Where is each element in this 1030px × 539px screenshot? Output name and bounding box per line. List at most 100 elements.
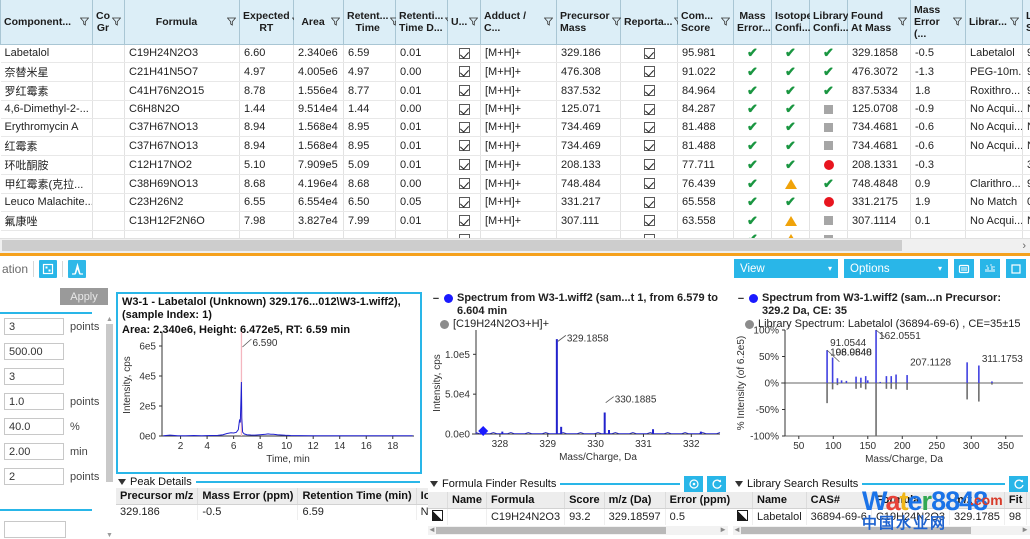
formula-finder-column-header[interactable]: Score bbox=[564, 492, 605, 509]
used-checkbox[interactable] bbox=[458, 103, 470, 115]
library-search-header[interactable]: Library Search Results bbox=[733, 476, 1030, 492]
peak-details-column-header[interactable]: Precursor m/z bbox=[116, 488, 199, 505]
grid-column-header[interactable]: Mass Error... bbox=[733, 0, 772, 45]
expand-icon[interactable] bbox=[118, 479, 126, 485]
reportable-checkbox[interactable] bbox=[643, 140, 655, 152]
scroll-right-arrow[interactable]: ► bbox=[1021, 525, 1029, 534]
formula-finder-column-header[interactable]: Name bbox=[447, 492, 487, 509]
grid-column-header[interactable]: Adduct / C... bbox=[480, 0, 557, 45]
formula-finder-column-header[interactable]: m/z (Da) bbox=[604, 492, 666, 509]
library-search-column-header[interactable]: Name bbox=[752, 492, 807, 509]
setting-input[interactable]: 3 bbox=[4, 368, 64, 385]
refresh-icon[interactable] bbox=[1009, 476, 1028, 492]
table-row[interactable]: 4,6-Dimethyl-2-... C6H8N2O 1.44 9.514e4 1.44… bbox=[0, 100, 1030, 119]
table-view-icon[interactable] bbox=[39, 260, 58, 278]
peak-integration-icon[interactable] bbox=[68, 260, 87, 278]
setting-input[interactable]: 2.00 bbox=[4, 443, 64, 460]
filter-icon[interactable] bbox=[469, 17, 479, 26]
used-checkbox[interactable] bbox=[458, 178, 470, 190]
peak-details-header[interactable]: Peak Details bbox=[116, 476, 422, 488]
grid-column-header[interactable]: Retenti... Time D... bbox=[395, 0, 455, 45]
reportable-checkbox[interactable] bbox=[643, 159, 655, 171]
settings-extra-field[interactable] bbox=[4, 521, 66, 538]
grid-column-header[interactable]: Co Gr bbox=[92, 0, 125, 45]
scroll-right-arrow[interactable]: ► bbox=[719, 525, 727, 534]
filter-icon[interactable] bbox=[112, 17, 121, 26]
grid-column-header[interactable]: Isotope Confi... bbox=[771, 0, 812, 45]
library-search-column-header[interactable]: Formula bbox=[871, 492, 951, 509]
target-icon[interactable] bbox=[684, 476, 703, 492]
table-row[interactable]: Leuco Malachite... C23H26N2 6.55 6.554e4 6.5… bbox=[0, 193, 1030, 212]
setting-input[interactable]: 500.00 bbox=[4, 343, 64, 360]
reportable-checkbox[interactable] bbox=[643, 178, 655, 190]
table-row[interactable]: 甲红霉素(克拉... C38H69NO13 8.68 4.196e4 8.68 0.00[… bbox=[0, 174, 1030, 194]
expand-icon[interactable] bbox=[430, 481, 438, 487]
table-row[interactable]: C19H24N2O393.2329.185970.51.1 bbox=[428, 508, 767, 525]
used-checkbox[interactable] bbox=[458, 215, 470, 227]
grid-column-header[interactable]: Librar... bbox=[965, 0, 1023, 45]
grid-column-header[interactable]: LibraryScore bbox=[1022, 0, 1030, 45]
scroll-down-arrow[interactable]: ▼ bbox=[105, 532, 114, 539]
filter-icon[interactable] bbox=[227, 17, 236, 26]
ff-scroll-thumb[interactable] bbox=[436, 526, 666, 534]
refresh-icon[interactable] bbox=[707, 476, 726, 492]
grid-column-header[interactable]: Component... bbox=[0, 0, 93, 45]
view-dropdown[interactable]: View ▾ bbox=[734, 259, 838, 278]
setting-input[interactable]: 3 bbox=[4, 318, 64, 335]
row-selector-icon[interactable] bbox=[428, 508, 448, 525]
grid-horizontal-scrollbar[interactable]: › bbox=[0, 238, 1030, 252]
used-checkbox[interactable] bbox=[458, 159, 470, 171]
formula-finder-scrollbar[interactable]: ◄ ► bbox=[428, 525, 728, 535]
reportable-checkbox[interactable] bbox=[643, 215, 655, 227]
used-checkbox[interactable] bbox=[458, 85, 470, 97]
used-checkbox[interactable] bbox=[458, 47, 470, 59]
extra-icon[interactable] bbox=[1006, 259, 1026, 278]
grid-column-header[interactable]: Found At Mass bbox=[847, 0, 911, 45]
formula-finder-column-header[interactable]: Formula bbox=[486, 492, 566, 509]
used-checkbox[interactable] bbox=[458, 196, 470, 208]
table-row[interactable]: 329.186-0.56.59N/A bbox=[116, 504, 473, 520]
reportable-checkbox[interactable] bbox=[643, 47, 655, 59]
filter-icon[interactable] bbox=[953, 17, 962, 26]
formula-finder-header[interactable]: Formula Finder Results bbox=[428, 476, 728, 492]
spectrum-icon[interactable] bbox=[980, 259, 1000, 278]
reportable-checkbox[interactable] bbox=[643, 196, 655, 208]
chromatogram-panel[interactable]: W3-1 - Labetalol (Unknown) 329.176...012… bbox=[116, 292, 422, 474]
row-selector-icon[interactable] bbox=[733, 508, 753, 525]
table-row[interactable]: 罗红霉素 C41H76N2O15 8.78 1.556e4 8.77 0.01 [M+H]+… bbox=[0, 81, 1030, 101]
grid-column-header[interactable]: Retent... Time bbox=[343, 0, 400, 45]
grid-column-header[interactable]: Com... Score bbox=[677, 0, 734, 45]
scroll-up-arrow[interactable]: ▲ bbox=[105, 316, 114, 323]
grid-column-header[interactable]: Formula bbox=[124, 0, 240, 45]
reportable-checkbox[interactable] bbox=[643, 85, 655, 97]
collapse-icon[interactable]: − bbox=[737, 293, 745, 306]
filter-icon[interactable] bbox=[331, 17, 340, 26]
peak-details-column-header[interactable]: Retention Time (min) bbox=[297, 488, 417, 505]
setting-input[interactable]: 40.0 bbox=[4, 418, 64, 435]
reportable-checkbox[interactable] bbox=[643, 103, 655, 115]
table-row[interactable]: 氟康唑 C13H12F2N6O 7.98 3.827e4 7.99 0.01 [M+H]+ 3… bbox=[0, 211, 1030, 231]
table-row[interactable]: 环吡酮胺 C12H17NO2 5.10 7.909e5 5.09 0.01 [M+H]+ 20… bbox=[0, 155, 1030, 175]
filter-icon[interactable] bbox=[544, 17, 553, 26]
library-search-column-header[interactable]: Fit bbox=[1004, 492, 1028, 509]
grid-column-header[interactable]: Reporta... bbox=[620, 0, 684, 45]
settings-scroll-thumb[interactable] bbox=[106, 324, 113, 482]
used-checkbox[interactable] bbox=[458, 66, 470, 78]
options-dropdown[interactable]: Options ▾ bbox=[844, 259, 948, 278]
scroll-left-arrow[interactable]: ◄ bbox=[733, 525, 741, 534]
grid-column-header[interactable]: Mass Error (... bbox=[910, 0, 966, 45]
library-search-column-header[interactable]: m/z bbox=[949, 492, 1005, 509]
reportable-checkbox[interactable] bbox=[643, 66, 655, 78]
table-row[interactable]: Erythromycin A C37H67NO13 8.94 1.568e4 8.95 0… bbox=[0, 118, 1030, 137]
filter-icon[interactable] bbox=[721, 17, 730, 26]
setting-input[interactable]: 2 bbox=[4, 468, 64, 485]
library-search-scrollbar[interactable]: ◄ ► bbox=[733, 525, 1030, 535]
formula-finder-column-header[interactable]: Error (ppm) bbox=[665, 492, 736, 509]
peak-details-column-header[interactable]: Mass Error (ppm) bbox=[197, 488, 299, 505]
reportable-checkbox[interactable] bbox=[643, 121, 655, 133]
ms1-spectrum-panel[interactable]: − Spectrum from W3-1.wiff2 (sam...t 1, f… bbox=[428, 292, 728, 474]
table-row[interactable]: Labetalol36894-69-6C19H24N2O3329.1785989… bbox=[733, 508, 1030, 525]
ls-scroll-thumb[interactable] bbox=[741, 526, 971, 534]
expand-icon[interactable] bbox=[735, 481, 743, 487]
library-search-column-header[interactable]: CAS# bbox=[806, 492, 872, 509]
